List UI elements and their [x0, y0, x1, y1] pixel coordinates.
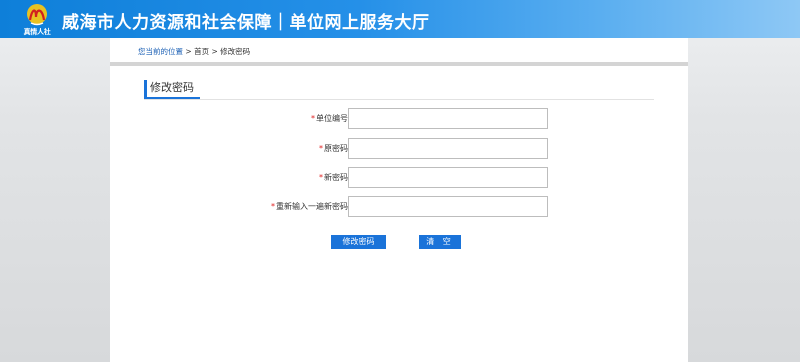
- required-mark: *: [319, 144, 323, 153]
- swirl-logo-icon: [27, 4, 47, 26]
- site-header: 真情人社 威海市人力资源和社会保障｜单位网上服务大厅: [0, 0, 800, 38]
- new-password-label: *新密码: [319, 172, 348, 183]
- breadcrumb-item-home[interactable]: 首页: [194, 47, 209, 56]
- required-mark: *: [311, 114, 315, 123]
- clear-button[interactable]: 清 空: [419, 235, 461, 249]
- breadcrumb-item-current: 修改密码: [220, 47, 251, 56]
- confirm-password-label-text: 重新输入一遍新密码: [276, 202, 348, 211]
- breadcrumb-separator: >: [185, 47, 192, 56]
- form-row-unit-code: *单位编号: [110, 108, 688, 129]
- section-header: 修改密码: [144, 80, 654, 100]
- change-password-button[interactable]: 修改密码: [331, 235, 386, 249]
- required-mark: *: [271, 202, 275, 211]
- main-panel: 修改密码 *单位编号 *原密码 *新密码 *重新输入一遍新密码 修改密码 清 空: [110, 66, 688, 362]
- confirm-password-label: *重新输入一遍新密码: [271, 201, 348, 212]
- form-row-new-password: *新密码: [110, 167, 688, 188]
- unit-code-label-text: 单位编号: [316, 114, 348, 123]
- breadcrumb-bar: 您当前的位置 > 首页 > 修改密码: [110, 38, 688, 62]
- new-password-label-text: 新密码: [324, 173, 348, 182]
- site-title: 威海市人力资源和社会保障｜单位网上服务大厅: [62, 13, 430, 33]
- old-password-label: *原密码: [319, 143, 348, 154]
- form-row-confirm-password: *重新输入一遍新密码: [110, 196, 688, 217]
- site-logo[interactable]: 真情人社: [20, 3, 54, 36]
- new-password-input[interactable]: [348, 167, 548, 188]
- logo-caption: 真情人社: [23, 28, 51, 36]
- unit-code-label: *单位编号: [311, 113, 348, 124]
- confirm-password-input[interactable]: [348, 196, 548, 217]
- breadcrumb: 您当前的位置 > 首页 > 修改密码: [138, 46, 250, 57]
- required-mark: *: [319, 173, 323, 182]
- old-password-input[interactable]: [348, 138, 548, 159]
- old-password-label-text: 原密码: [324, 144, 348, 153]
- breadcrumb-separator: >: [211, 47, 218, 56]
- breadcrumb-label: 您当前的位置: [138, 47, 183, 56]
- unit-code-input[interactable]: [348, 108, 548, 129]
- form-row-old-password: *原密码: [110, 138, 688, 159]
- section-title: 修改密码: [144, 80, 200, 99]
